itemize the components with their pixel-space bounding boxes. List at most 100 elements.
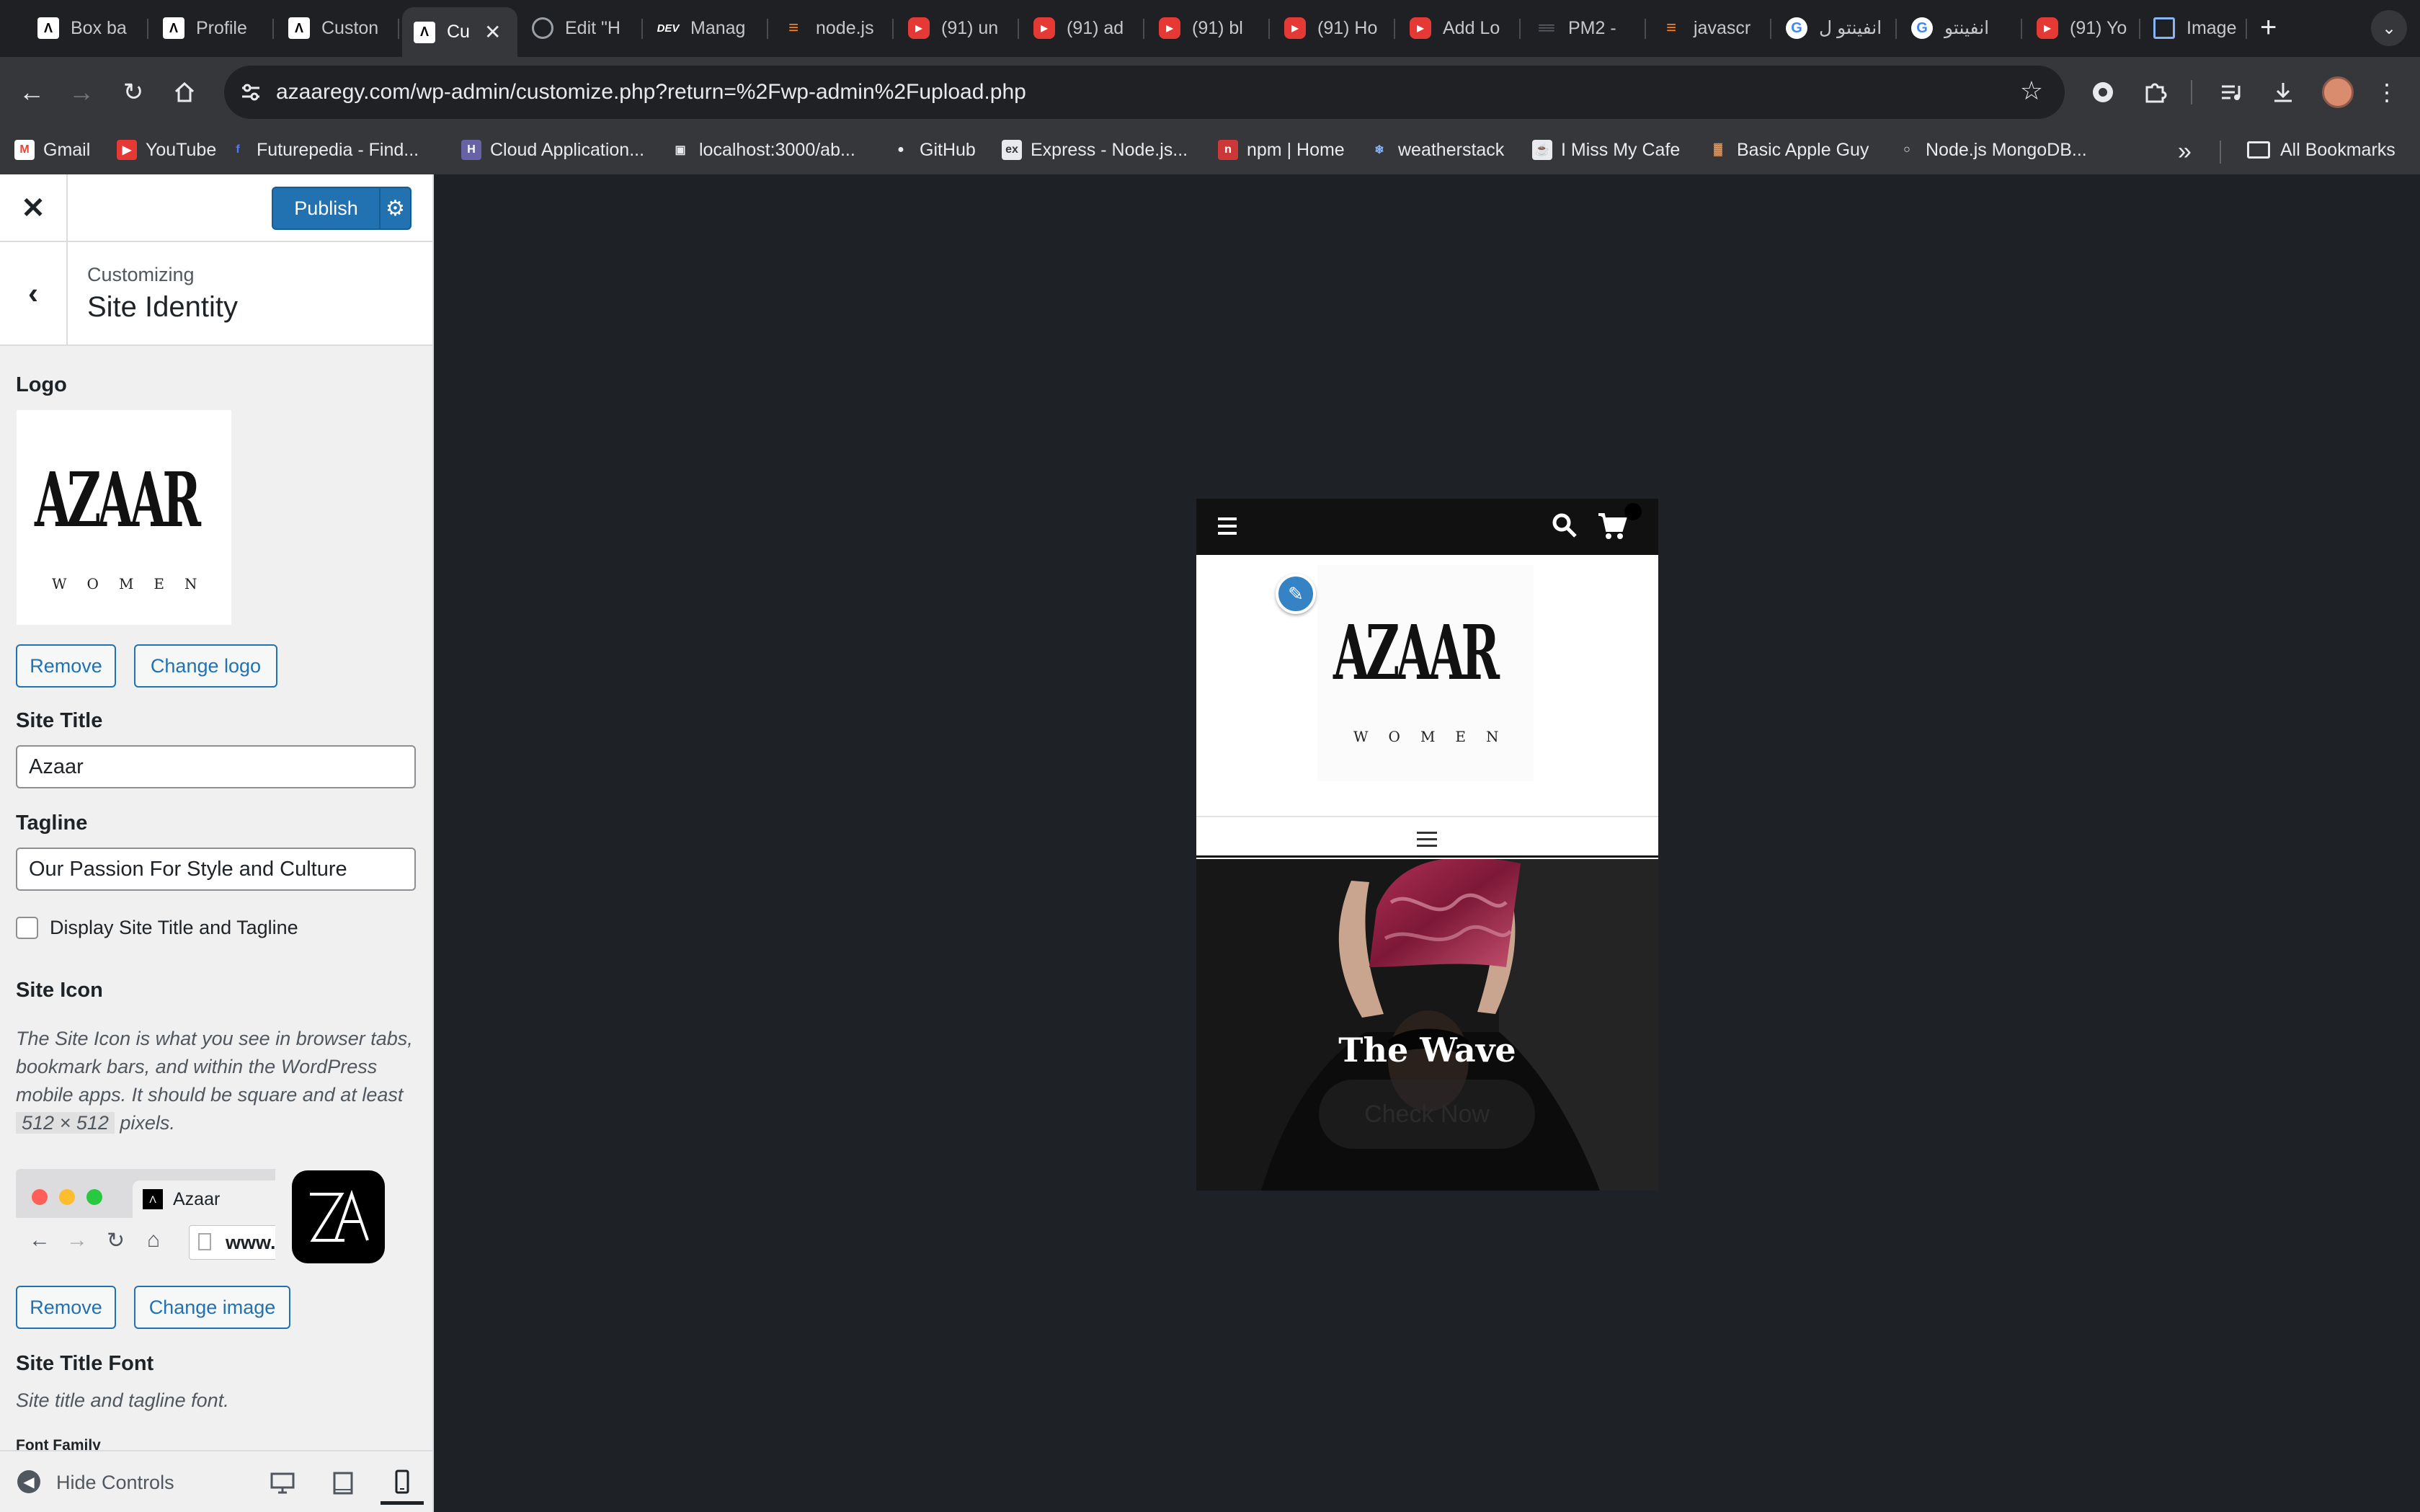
back-chevron-icon[interactable]: ‹ bbox=[0, 242, 68, 344]
preview-address: www. bbox=[189, 1225, 275, 1260]
browser-tab-title: javascr bbox=[1694, 17, 1751, 38]
site-title-input[interactable]: Azaar bbox=[16, 745, 416, 788]
publish-button[interactable]: Publish bbox=[272, 187, 381, 230]
preview-favicon: Λ bbox=[143, 1189, 163, 1209]
browser-tab-title: node.js bbox=[816, 17, 874, 38]
bookmark-item[interactable]: ○ Node.js MongoDB... bbox=[1897, 135, 2087, 165]
site-logo-wordmark: AZAAR bbox=[1333, 608, 1500, 697]
azaar-favicon: Λ bbox=[288, 17, 310, 39]
browser-tab-title: Custon bbox=[321, 17, 379, 38]
browser-tab[interactable]: Λ Cu ✕ bbox=[402, 7, 517, 57]
browser-tab[interactable]: G انفينتو ل bbox=[1774, 7, 1897, 49]
change-logo-button[interactable]: Change logo bbox=[134, 644, 277, 688]
bookmark-item[interactable]: ▣ localhost:3000/ab... bbox=[670, 135, 855, 165]
hide-controls-icon[interactable]: ◀ bbox=[17, 1470, 40, 1493]
bookmark-label: Gmail bbox=[43, 139, 91, 160]
home-icon[interactable] bbox=[166, 74, 203, 110]
bookmark-item[interactable]: f Futurepedia - Find... bbox=[228, 135, 419, 165]
toolbar-divider bbox=[2191, 80, 2192, 104]
close-tab-icon[interactable]: ✕ bbox=[484, 20, 501, 44]
all-bookmarks-button[interactable]: All Bookmarks bbox=[2247, 135, 2395, 165]
browser-tab[interactable]: Edit "H bbox=[520, 7, 643, 49]
tablet-preview-icon[interactable] bbox=[321, 1462, 365, 1505]
browser-tab[interactable]: ≡≡ PM2 - bbox=[1523, 7, 1646, 49]
bookmark-item[interactable]: n npm | Home bbox=[1218, 135, 1345, 165]
forward-arrow-icon[interactable]: → bbox=[63, 74, 99, 110]
browser-tab-title: Edit "H bbox=[565, 17, 620, 38]
secondary-menu-icon[interactable] bbox=[1417, 832, 1437, 848]
bookmark-star-icon[interactable]: ☆ bbox=[2020, 76, 2043, 106]
bookmark-item[interactable]: ▓ Basic Apple Guy bbox=[1708, 135, 1869, 165]
customizer-sidebar: ✕ Publish ⚙ ‹ Customizing Site Identity … bbox=[0, 174, 434, 1512]
tab-separator bbox=[641, 19, 643, 39]
browser-tab[interactable]: ▶ (91) ad bbox=[1022, 7, 1144, 49]
bookmark-item[interactable]: ▶ YouTube bbox=[117, 135, 216, 165]
youtube-icon: ▶ bbox=[117, 140, 137, 160]
browser-tab[interactable]: Image bbox=[2142, 7, 2247, 49]
hide-controls-button[interactable]: Hide Controls bbox=[56, 1472, 174, 1494]
hero-banner: The Wave Check Now bbox=[1196, 859, 1658, 1191]
logo-thumbnail[interactable]: AZAAR WOMEN bbox=[16, 409, 232, 626]
bookmark-item[interactable]: ● GitHub bbox=[891, 135, 976, 165]
browser-tab[interactable]: ≡ node.js bbox=[771, 7, 894, 49]
bookmark-item[interactable]: H Cloud Application... bbox=[461, 135, 644, 165]
bookmark-label: YouTube bbox=[146, 139, 217, 160]
publish-settings-gear-icon[interactable]: ⚙ bbox=[379, 187, 412, 230]
site-preview-pane: AZAAR WOMEN ✎ The Wave Check Now bbox=[434, 174, 2420, 1512]
browser-tab[interactable]: DEV Manag bbox=[646, 7, 768, 49]
media-queue-icon[interactable] bbox=[2215, 76, 2247, 108]
site-menu-icon[interactable] bbox=[1218, 517, 1237, 535]
extension-circle-icon[interactable] bbox=[2087, 76, 2119, 108]
site-cart-icon[interactable] bbox=[1597, 512, 1627, 544]
browser-tab[interactable]: ≡ javascr bbox=[1649, 7, 1771, 49]
browser-tab-title: Profile bbox=[196, 17, 247, 38]
browser-tab[interactable]: ▶ (91) Yo bbox=[2025, 7, 2140, 49]
globe-icon bbox=[532, 17, 553, 39]
browser-tab[interactable]: ▶ (91) un bbox=[897, 7, 1019, 49]
browser-tab[interactable]: G انفينتو bbox=[1900, 7, 2022, 49]
extensions-puzzle-icon[interactable] bbox=[2139, 76, 2171, 108]
tagline-input[interactable]: Our Passion For Style and Culture bbox=[16, 848, 416, 891]
site-logo[interactable]: AZAAR WOMEN bbox=[1317, 565, 1534, 781]
preview-forward-icon: → bbox=[66, 1228, 88, 1252]
display-title-tagline-checkbox[interactable] bbox=[16, 917, 38, 939]
edit-pencil-icon[interactable]: ✎ bbox=[1276, 574, 1316, 614]
browser-tab[interactable]: Λ Custon bbox=[277, 7, 399, 49]
bookmark-item[interactable]: M Gmail bbox=[14, 135, 90, 165]
bookmark-item[interactable]: ❄ weatherstack bbox=[1369, 135, 1504, 165]
chrome-menu-icon[interactable]: ⋮ bbox=[2371, 76, 2403, 108]
logo-subtext: WOMEN bbox=[52, 575, 218, 592]
site-search-icon[interactable] bbox=[1551, 512, 1578, 543]
bookmark-item[interactable]: ex Express - Node.js... bbox=[1002, 135, 1188, 165]
desktop-preview-icon[interactable] bbox=[261, 1462, 304, 1505]
mobile-preview-icon[interactable] bbox=[381, 1462, 424, 1505]
bookmarks-overflow-icon[interactable]: » bbox=[2178, 138, 2192, 166]
back-arrow-icon[interactable]: ← bbox=[14, 74, 50, 110]
site-settings-icon[interactable] bbox=[239, 80, 263, 104]
browser-tab[interactable]: ▶ (91) bl bbox=[1147, 7, 1270, 49]
close-customizer-icon[interactable]: ✕ bbox=[0, 174, 68, 242]
address-bar[interactable]: azaaregy.com/wp-admin/customize.php?retu… bbox=[224, 66, 2065, 119]
url-text[interactable]: azaaregy.com/wp-admin/customize.php?retu… bbox=[276, 80, 1026, 104]
bookmark-label: localhost:3000/ab... bbox=[699, 139, 855, 160]
profile-avatar[interactable] bbox=[2322, 76, 2354, 108]
youtube-icon: ▶ bbox=[1410, 17, 1431, 39]
remove-site-icon-button[interactable]: Remove bbox=[16, 1286, 116, 1329]
bookmark-item[interactable]: ☕ I Miss My Cafe bbox=[1532, 135, 1680, 165]
reload-icon[interactable]: ↻ bbox=[115, 74, 151, 110]
browser-tab[interactable]: Λ Box ba bbox=[26, 7, 148, 49]
pm2-icon: ≡≡ bbox=[1538, 19, 1555, 37]
display-title-tagline-label[interactable]: Display Site Title and Tagline bbox=[50, 917, 298, 939]
tab-separator bbox=[272, 19, 274, 39]
hero-cta-button[interactable]: Check Now bbox=[1319, 1080, 1535, 1149]
remove-logo-button[interactable]: Remove bbox=[16, 644, 116, 688]
new-tab-icon[interactable]: + bbox=[2260, 13, 2277, 42]
download-icon[interactable] bbox=[2267, 76, 2299, 108]
browser-tab[interactable]: Λ Profile bbox=[151, 7, 274, 49]
tab-separator bbox=[1895, 19, 1897, 39]
change-site-icon-button[interactable]: Change image bbox=[134, 1286, 290, 1329]
browser-tab[interactable]: ▶ Add Lo bbox=[1398, 7, 1521, 49]
browser-tab[interactable]: ▶ (91) Ho bbox=[1273, 7, 1395, 49]
gmail-icon: M bbox=[14, 140, 35, 160]
tab-search-chevron-icon[interactable]: ⌄ bbox=[2371, 10, 2407, 46]
